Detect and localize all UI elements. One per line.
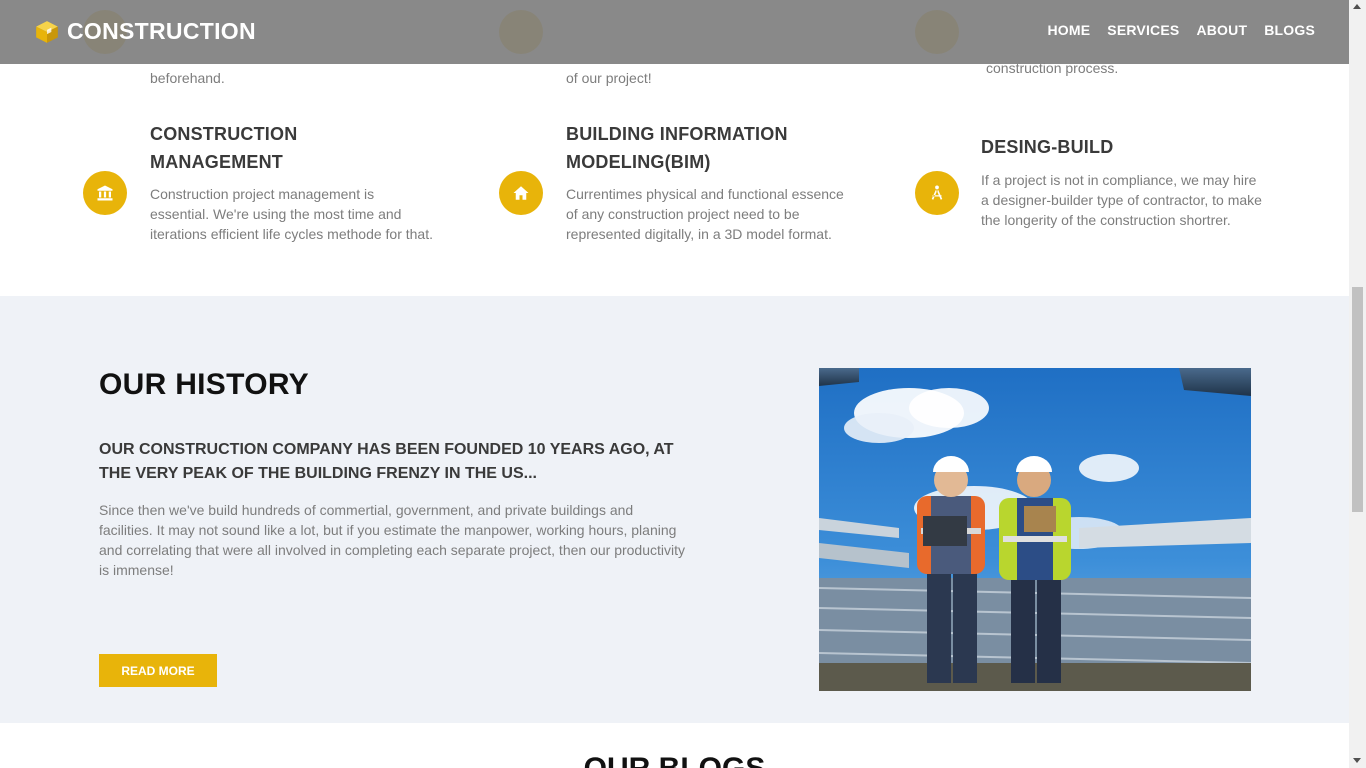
service-title: BUILDING INFORMATION MODELING(BIM) [566, 124, 788, 172]
history-title: OUR HISTORY [99, 368, 309, 401]
home-icon [513, 186, 529, 200]
service-title: DESING-BUILD [981, 137, 1114, 157]
brand-logo[interactable]: CONSTRUCTION [34, 18, 256, 45]
site-header: CONSTRUCTION HOME SERVICES ABOUT BLOGS [0, 0, 1349, 64]
service-description: Currentimes physical and functional esse… [566, 186, 844, 242]
blogs-title: OUR BLOGS [0, 752, 1349, 768]
read-more-button[interactable]: READ MORE [99, 654, 217, 687]
service-top-text: of our project! [566, 70, 652, 86]
service-title: CONSTRUCTION MANAGEMENT [150, 124, 298, 172]
cube-icon [36, 20, 58, 43]
vertical-scrollbar[interactable] [1349, 0, 1366, 768]
nav-services[interactable]: SERVICES [1107, 22, 1179, 38]
history-subtitle: OUR CONSTRUCTION COMPANY HAS BEEN FOUNDE… [99, 441, 674, 482]
scroll-up-arrow-icon[interactable] [1353, 4, 1361, 9]
service-icon-circle [915, 171, 959, 215]
service-icon-circle [499, 171, 543, 215]
service-construction-management: CONSTRUCTION MANAGEMENT Construction pro… [83, 120, 443, 270]
service-bim: BUILDING INFORMATION MODELING(BIM) Curre… [499, 120, 859, 270]
main-nav: HOME SERVICES ABOUT BLOGS [1047, 22, 1315, 38]
engineers-photo [819, 368, 1251, 691]
compass-drafting-icon [931, 185, 943, 200]
history-section: OUR HISTORY OUR CONSTRUCTION COMPANY HAS… [0, 296, 1349, 723]
bank-icon [97, 185, 113, 201]
service-description: If a project is not in compliance, we ma… [981, 172, 1262, 228]
history-body: Since then we've build hundreds of comme… [99, 502, 685, 578]
brand-name: CONSTRUCTION [67, 18, 256, 44]
service-description: Construction project management is essen… [150, 186, 433, 242]
nav-about[interactable]: ABOUT [1196, 22, 1247, 38]
nav-blogs[interactable]: BLOGS [1264, 22, 1315, 38]
scroll-down-arrow-icon[interactable] [1353, 758, 1361, 763]
scroll-thumb[interactable] [1352, 287, 1363, 512]
service-top-text: beforehand. [150, 70, 225, 86]
nav-home[interactable]: HOME [1047, 22, 1090, 38]
service-icon-circle [83, 171, 127, 215]
service-design-build: DESING-BUILD If a project is not in comp… [915, 120, 1275, 270]
page: beforehand. of our project! construction… [0, 0, 1349, 768]
